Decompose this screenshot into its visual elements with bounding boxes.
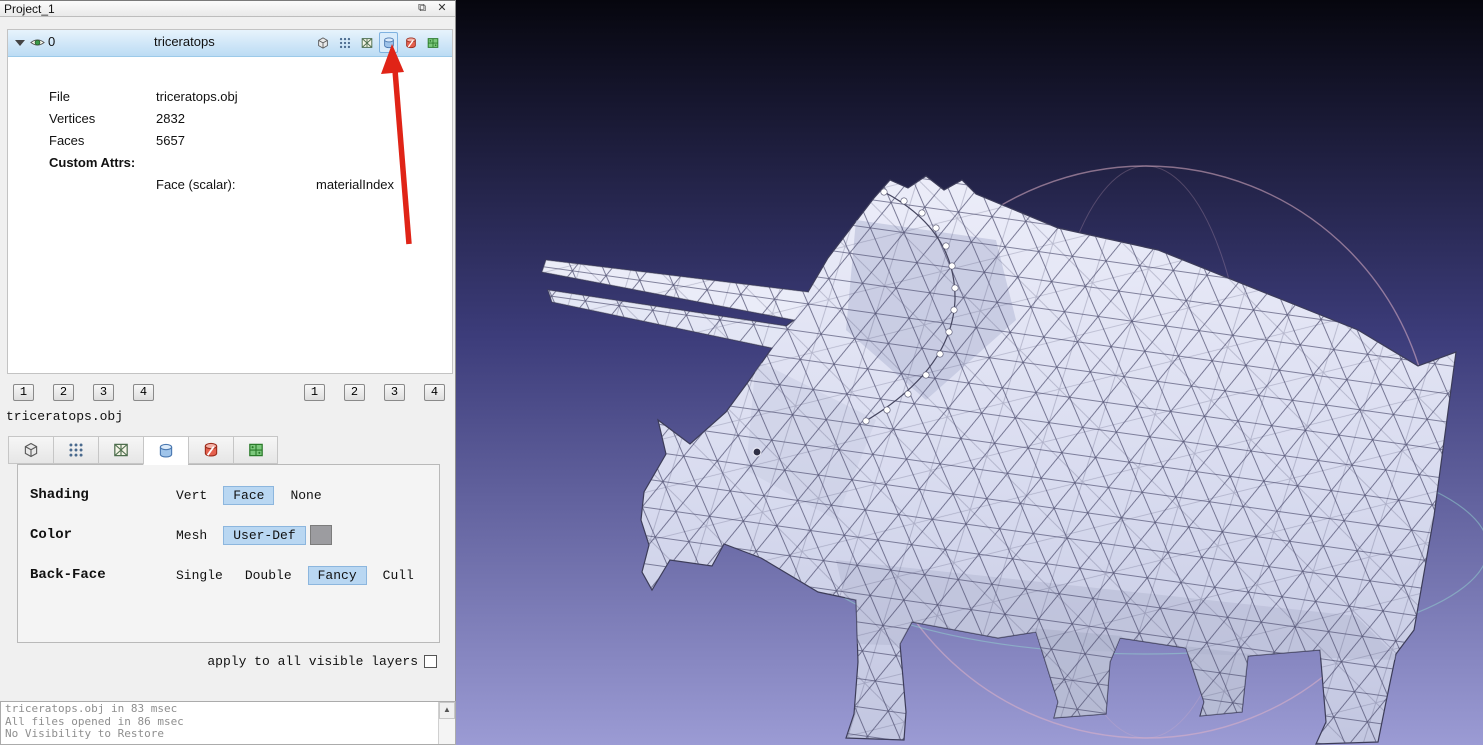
view-1-button[interactable]: 1 (304, 384, 325, 401)
bookmark-1-button[interactable]: 1 (13, 384, 34, 401)
shading-label: Shading (30, 487, 89, 503)
tab-points[interactable] (53, 436, 98, 464)
shading-options-panel: Shading Vert Face None Color Mesh User-D… (17, 464, 440, 643)
backface-single-option[interactable]: Single (170, 566, 229, 585)
float-window-icon[interactable]: ⧉ (413, 1, 431, 16)
visibility-eye-icon[interactable] (30, 35, 45, 50)
backface-double-option[interactable]: Double (239, 566, 298, 585)
eye-detail (752, 447, 762, 457)
scroll-up-icon[interactable]: ▲ (439, 702, 455, 719)
bookmark-2-button[interactable]: 2 (53, 384, 74, 401)
shading-vert-option[interactable]: Vert (170, 486, 213, 505)
layer-dock-panel: Project_1 ⧉ ✕ 0 triceratops File tricera… (0, 0, 456, 745)
layer-row-triceratops[interactable]: 0 triceratops (8, 30, 452, 57)
color-userdef-option[interactable]: User-Def (223, 525, 306, 545)
backface-fancy-option[interactable]: Fancy (307, 565, 367, 585)
log-scrollbar[interactable]: ▲ (438, 702, 455, 744)
bookmark-buttons-left: 1 2 3 4 (13, 384, 154, 401)
face-scalar-label: Face (scalar): (156, 177, 236, 192)
user-color-swatch[interactable] (309, 525, 332, 545)
apply-all-layers-checkbox[interactable] (424, 655, 437, 668)
dock-title: Project_1 (4, 2, 55, 16)
shading-row: Shading Vert Face None (18, 483, 439, 507)
meshlab-window: Project_1 ⧉ ✕ 0 triceratops File tricera… (0, 0, 1483, 745)
vertices-label: Vertices (49, 111, 96, 126)
tab-wireframe[interactable] (98, 436, 143, 464)
close-icon[interactable]: ✕ (433, 1, 451, 16)
tab-flat-shading[interactable] (143, 436, 188, 465)
color-mesh-option[interactable]: Mesh (170, 526, 213, 545)
bookmark-4-button[interactable]: 4 (133, 384, 154, 401)
backface-cull-option[interactable]: Cull (377, 566, 420, 585)
viewport-canvas (456, 0, 1483, 745)
color-label: Color (30, 527, 73, 543)
3d-viewport[interactable] (456, 0, 1483, 745)
tab-material[interactable] (188, 436, 233, 464)
wireframe-icon[interactable] (357, 32, 376, 53)
detail-row-faces: Faces 5657 (8, 133, 452, 153)
log-line-2: All files opened in 86 msec (5, 714, 184, 728)
layer-name: triceratops (154, 34, 215, 49)
shading-none-option[interactable]: None (284, 486, 327, 505)
layer-render-toggles (313, 32, 442, 53)
log-lines: triceratops.obj in 83 msec All files ope… (5, 702, 437, 741)
dock-titlebar[interactable]: Project_1 ⧉ ✕ (0, 0, 455, 17)
color-row: Color Mesh User-Def (18, 523, 439, 547)
flat-shading-icon[interactable] (379, 32, 398, 53)
file-value: triceratops.obj (156, 89, 238, 104)
backface-row: Back-Face Single Double Fancy Cull (18, 563, 439, 587)
current-mesh-label: triceratops.obj (6, 409, 124, 424)
tab-bbox[interactable] (8, 436, 53, 464)
custom-attrs-label: Custom Attrs: (49, 155, 136, 170)
view-4-button[interactable]: 4 (424, 384, 445, 401)
layer-id: 0 (48, 34, 56, 49)
faces-label: Faces (49, 133, 85, 148)
log-panel: triceratops.obj in 83 msec All files ope… (0, 701, 456, 745)
face-scalar-value: materialIndex (316, 177, 395, 192)
layer-list: 0 triceratops File triceratops.obj Verti… (7, 29, 453, 374)
detail-row-custom-attrs: Custom Attrs: (8, 155, 452, 175)
material-icon[interactable] (401, 32, 420, 53)
apply-all-layers-row: apply to all visible layers (207, 654, 437, 669)
detail-row-vertices: Vertices 2832 (8, 111, 452, 131)
render-mode-tabs (8, 436, 278, 465)
faces-value: 5657 (156, 133, 185, 148)
view-2-button[interactable]: 2 (344, 384, 365, 401)
detail-row-file: File triceratops.obj (8, 89, 452, 109)
shading-face-option[interactable]: Face (223, 485, 275, 505)
apply-all-layers-label: apply to all visible layers (207, 654, 418, 669)
file-label: File (49, 89, 70, 104)
log-line-3: No Visibility to Restore (5, 727, 164, 740)
bbox-icon[interactable] (313, 32, 332, 53)
view-3-button[interactable]: 3 (384, 384, 405, 401)
vertices-value: 2832 (156, 111, 185, 126)
tab-texture[interactable] (233, 436, 278, 464)
points-icon[interactable] (335, 32, 354, 53)
bookmark-buttons-right: 1 2 3 4 (304, 384, 445, 401)
log-line-1: triceratops.obj in 83 msec (5, 702, 178, 715)
bookmark-3-button[interactable]: 3 (93, 384, 114, 401)
texture-icon[interactable] (423, 32, 442, 53)
expand-chevron-icon[interactable] (15, 40, 25, 46)
backface-label: Back-Face (30, 567, 106, 583)
detail-row-face-scalar: Face (scalar): materialIndex (8, 177, 452, 197)
